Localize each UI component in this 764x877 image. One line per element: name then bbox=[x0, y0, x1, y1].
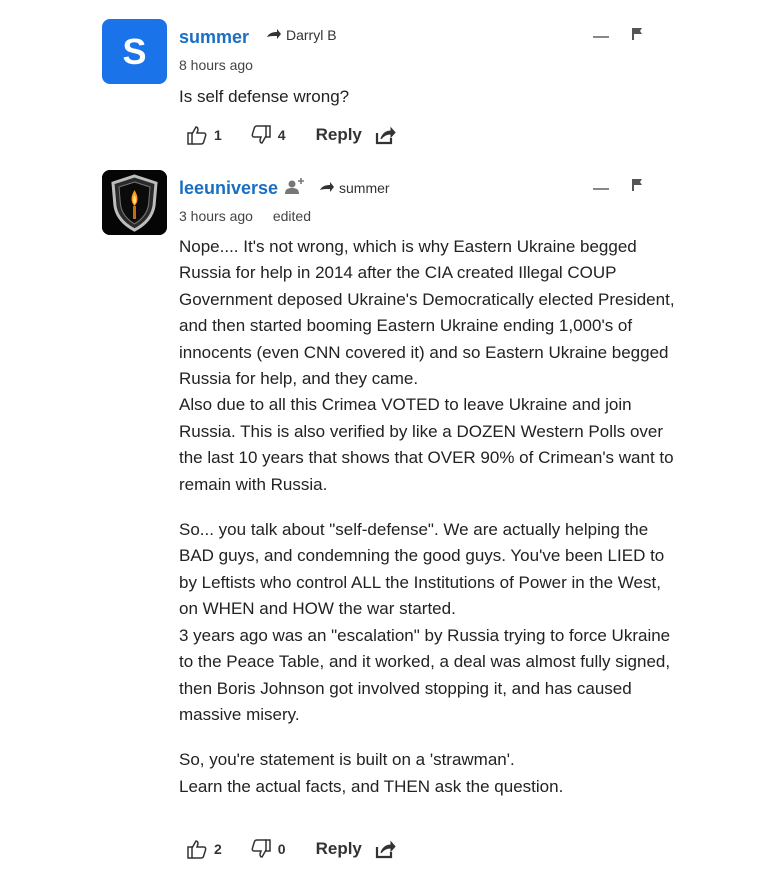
timestamp: 3 hours ago edited bbox=[179, 208, 311, 224]
comment-paragraph: Nope.... It's not wrong, which is why Ea… bbox=[179, 237, 675, 494]
reply-arrow-icon bbox=[267, 29, 281, 39]
share-button[interactable] bbox=[374, 839, 396, 859]
like-count: 1 bbox=[214, 127, 222, 143]
comment-actions: 2 0 Reply bbox=[186, 838, 396, 860]
flag-icon[interactable] bbox=[630, 178, 644, 192]
dislike-count: 4 bbox=[277, 127, 286, 143]
dislike-button[interactable]: 0 bbox=[250, 838, 286, 860]
flag-icon[interactable] bbox=[630, 27, 644, 41]
dislike-button[interactable]: 4 bbox=[250, 124, 286, 146]
thumbs-up-icon bbox=[187, 840, 207, 859]
like-button[interactable]: 2 bbox=[186, 838, 222, 860]
avatar[interactable]: S bbox=[102, 19, 167, 84]
share-icon bbox=[375, 840, 396, 859]
comment-body: Is self defense wrong? bbox=[179, 84, 679, 110]
edited-label: edited bbox=[272, 208, 311, 224]
like-button[interactable]: 1 bbox=[186, 124, 222, 146]
timestamp: 8 hours ago bbox=[179, 57, 253, 73]
thumbs-down-icon bbox=[251, 839, 271, 858]
thumbs-down-icon bbox=[251, 125, 271, 144]
reply-button[interactable]: Reply bbox=[316, 125, 362, 145]
reply-to[interactable]: Darryl B bbox=[266, 27, 337, 43]
username[interactable]: leeuniverse bbox=[179, 178, 278, 199]
comment-actions: 1 4 Reply bbox=[186, 124, 396, 146]
comment-paragraph: Is self defense wrong? bbox=[179, 87, 350, 106]
username[interactable]: summer bbox=[179, 27, 249, 48]
reply-button[interactable]: Reply bbox=[316, 839, 362, 859]
avatar[interactable] bbox=[102, 170, 167, 235]
collapse-icon[interactable] bbox=[593, 36, 609, 38]
time-text: 8 hours ago bbox=[179, 57, 253, 73]
comment-body: Nope.... It's not wrong, which is why Ea… bbox=[179, 234, 679, 800]
follow-user-icon[interactable] bbox=[284, 176, 306, 196]
like-count: 2 bbox=[214, 841, 222, 857]
thumbs-up-icon bbox=[187, 126, 207, 145]
avatar-letter: S bbox=[122, 30, 147, 72]
time-text: 3 hours ago bbox=[179, 208, 253, 224]
reply-arrow-icon bbox=[320, 182, 334, 192]
reply-to-name: Darryl B bbox=[286, 27, 337, 43]
collapse-icon[interactable] bbox=[593, 188, 609, 190]
share-icon bbox=[375, 126, 396, 145]
reply-to-name: summer bbox=[339, 180, 390, 196]
comment-paragraph: So... you talk about "self-defense". We … bbox=[179, 520, 671, 724]
reply-to[interactable]: summer bbox=[319, 180, 390, 196]
share-button[interactable] bbox=[374, 125, 396, 145]
shield-candle-icon bbox=[102, 170, 167, 235]
comment-paragraph: So, you're statement is built on a 'stra… bbox=[179, 750, 564, 796]
dislike-count: 0 bbox=[277, 841, 286, 857]
